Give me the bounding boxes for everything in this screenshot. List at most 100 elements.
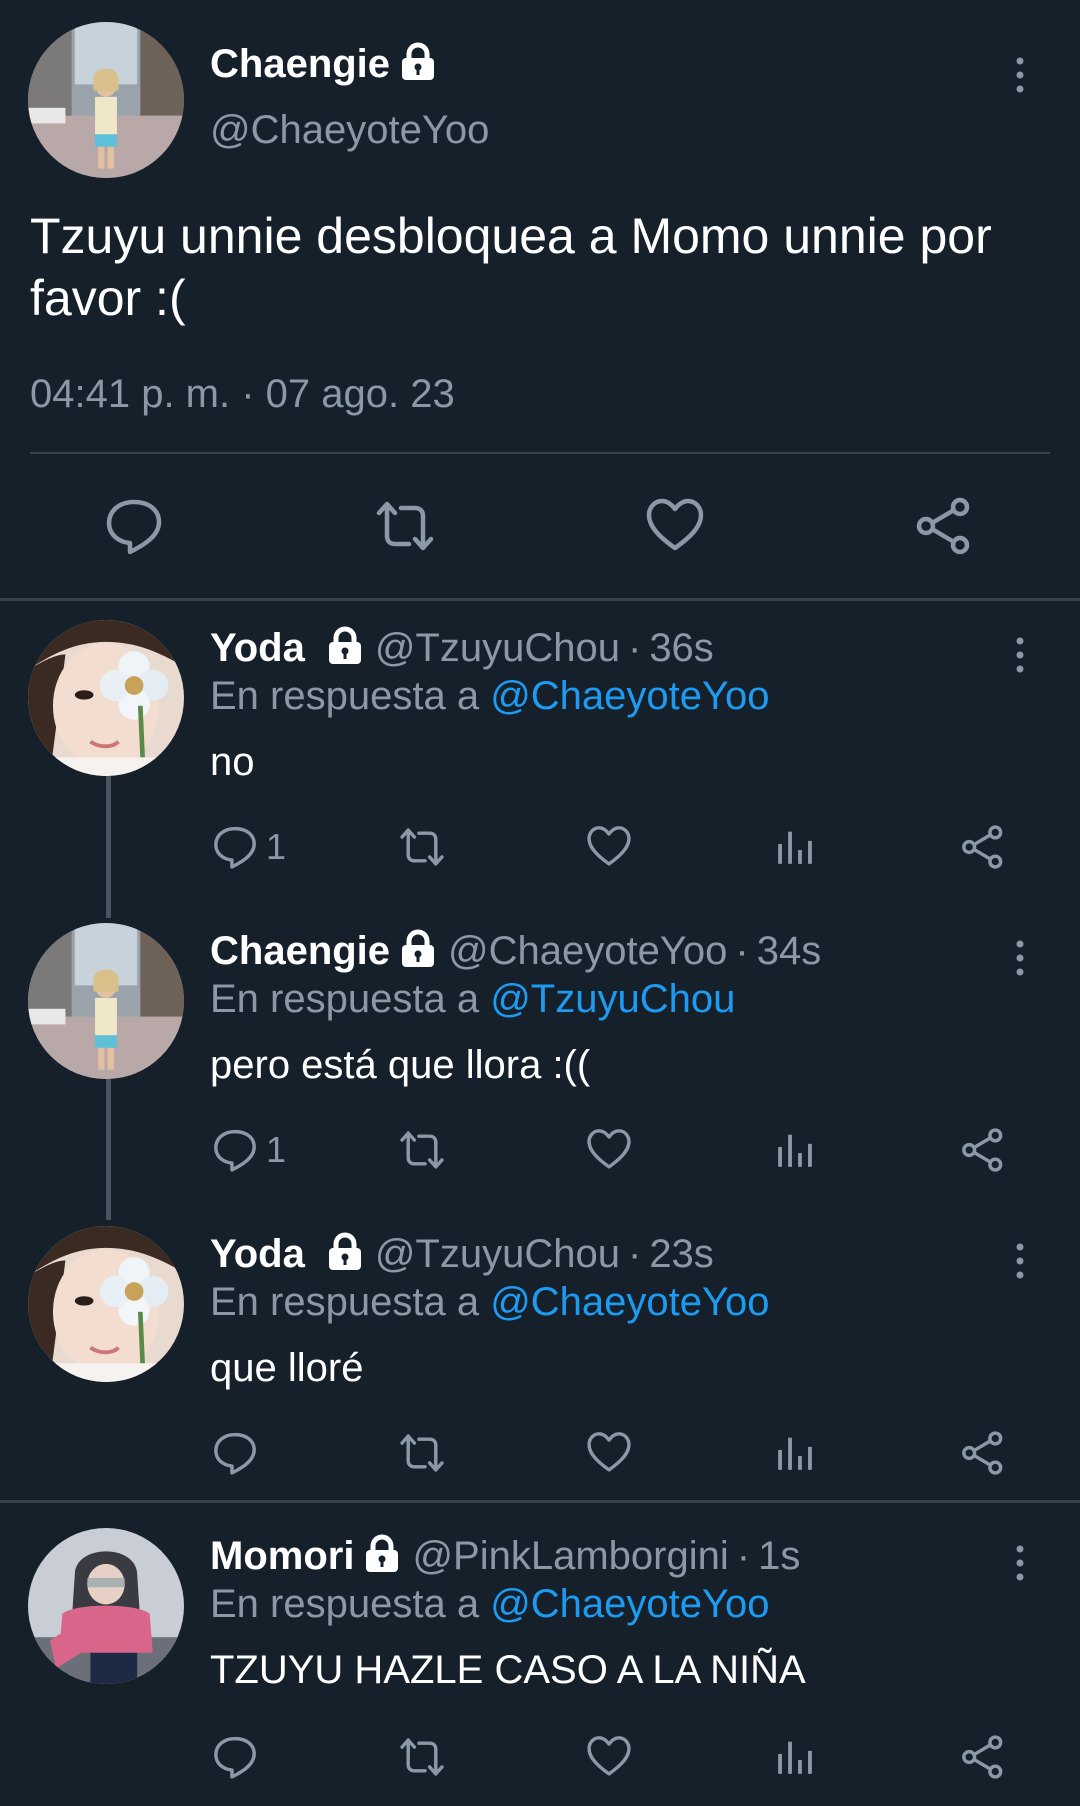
separator: · — [627, 1232, 642, 1276]
reply-context: En respuesta a @TzuyuChou — [210, 977, 735, 1022]
reply-text: no — [210, 740, 255, 784]
share-icon — [960, 1734, 1006, 1780]
views-button[interactable] — [772, 1127, 818, 1173]
reply-tweet[interactable]: Yoda @TzuyuChou · 23s En respuesta a @Ch… — [0, 1216, 1080, 1501]
like-button[interactable] — [586, 1734, 632, 1780]
tweet-text: Tzuyu unnie desbloquea a Momo unnie por … — [30, 208, 992, 326]
reply-button[interactable] — [104, 496, 164, 556]
author-handle[interactable]: @TzuyuChou — [375, 626, 620, 671]
reply-icon — [212, 1430, 258, 1476]
reply-icon — [212, 824, 258, 870]
views-button[interactable] — [772, 1430, 818, 1476]
retweet-button[interactable] — [372, 496, 438, 556]
like-button[interactable] — [645, 496, 705, 556]
share-button[interactable] — [914, 496, 974, 556]
divider — [30, 452, 1050, 454]
section-divider — [0, 1500, 1080, 1503]
reply-icon — [212, 1734, 258, 1780]
retweet-icon — [396, 824, 448, 870]
like-button[interactable] — [586, 824, 632, 870]
avatar-image — [28, 923, 184, 1079]
author-display-name[interactable]: Yoda — [210, 626, 305, 671]
avatar[interactable] — [28, 620, 184, 776]
views-button[interactable] — [772, 1734, 818, 1780]
more-options-button[interactable] — [1000, 1236, 1040, 1286]
reply-tweet[interactable]: Momori @PinkLamborgini · 1s En respuesta… — [0, 1518, 1080, 1806]
author-handle[interactable]: @PinkLamborgini — [412, 1534, 728, 1579]
more-options-button[interactable] — [1000, 1538, 1040, 1588]
author-display-name[interactable]: Momori — [210, 1534, 354, 1579]
retweet-button[interactable] — [396, 824, 448, 870]
like-icon — [586, 1734, 632, 1780]
views-icon — [772, 1430, 818, 1476]
retweet-button[interactable] — [396, 1734, 448, 1780]
author-handle-row: @ChaeyoteYoo — [210, 108, 489, 153]
reply-tweet[interactable]: Yoda @TzuyuChou · 36s En respuesta a @Ch… — [0, 610, 1080, 900]
reply-header: Chaengie @ChaeyoteYoo · 34s — [210, 929, 821, 974]
author-display-name[interactable]: Chaengie — [210, 929, 390, 974]
relative-time[interactable]: 34s — [757, 929, 822, 974]
retweet-icon — [396, 1734, 448, 1780]
reply-prefix: En respuesta a — [210, 977, 480, 1021]
avatar-image — [28, 620, 184, 776]
author-name-row: Chaengie — [210, 42, 448, 87]
like-icon — [586, 1127, 632, 1173]
reply-context: En respuesta a @ChaeyoteYoo — [210, 674, 770, 719]
lock-icon — [398, 42, 438, 87]
section-divider — [0, 598, 1080, 601]
share-button[interactable] — [960, 1430, 1006, 1476]
avatar[interactable] — [28, 923, 184, 1079]
relative-time[interactable]: 1s — [758, 1534, 800, 1579]
retweet-icon — [396, 1127, 448, 1173]
avatar[interactable] — [28, 1226, 184, 1382]
more-icon — [1013, 634, 1027, 676]
share-button[interactable] — [960, 1127, 1006, 1173]
reply-button[interactable] — [212, 1734, 266, 1780]
reply-mention-link[interactable]: @ChaeyoteYoo — [490, 1582, 769, 1626]
more-options-button[interactable] — [1000, 933, 1040, 983]
views-button[interactable] — [772, 824, 818, 870]
tweet-thread-page: Chaengie @ChaeyoteYoo Tzuyu unnie desblo… — [0, 0, 1080, 1806]
reply-text: TZUYU HAZLE CASO A LA NIÑA — [210, 1648, 806, 1692]
relative-time[interactable]: 36s — [649, 626, 714, 671]
author-display-name[interactable]: Chaengie — [210, 42, 390, 87]
reply-button[interactable]: 1 — [212, 1127, 286, 1173]
reply-count: 1 — [266, 826, 287, 867]
reply-tweet[interactable]: Chaengie @ChaeyoteYoo · 34s En respuesta… — [0, 913, 1080, 1203]
more-icon — [1013, 937, 1027, 979]
avatar-image — [28, 22, 184, 178]
retweet-icon — [372, 496, 438, 556]
share-button[interactable] — [960, 824, 1006, 870]
author-handle[interactable]: @ChaeyoteYoo — [448, 929, 727, 974]
more-options-button[interactable] — [1000, 50, 1040, 100]
like-button[interactable] — [586, 1430, 632, 1476]
reply-icon — [104, 496, 164, 556]
lock-icon — [362, 1534, 402, 1579]
author-handle[interactable]: @ChaeyoteYoo — [210, 108, 489, 153]
author-display-name[interactable]: Yoda — [210, 1232, 305, 1277]
reply-button[interactable] — [212, 1430, 266, 1476]
separator: · — [627, 626, 642, 670]
more-icon — [1013, 54, 1027, 96]
reply-mention-link[interactable]: @ChaeyoteYoo — [490, 1280, 769, 1324]
views-icon — [772, 1734, 818, 1780]
author-handle[interactable]: @TzuyuChou — [375, 1232, 620, 1277]
reply-context: En respuesta a @ChaeyoteYoo — [210, 1280, 770, 1325]
retweet-button[interactable] — [396, 1430, 448, 1476]
share-button[interactable] — [960, 1734, 1006, 1780]
more-options-button[interactable] — [1000, 630, 1040, 680]
reply-mention-link[interactable]: @TzuyuChou — [490, 977, 735, 1021]
like-icon — [645, 496, 705, 556]
like-button[interactable] — [586, 1127, 632, 1173]
reply-mention-link[interactable]: @ChaeyoteYoo — [490, 674, 769, 718]
like-icon — [586, 824, 632, 870]
reply-button[interactable]: 1 — [212, 824, 286, 870]
tweet-timestamp[interactable]: 04:41 p. m. · 07 ago. 23 — [30, 372, 455, 417]
separator: · — [736, 1534, 751, 1578]
avatar[interactable] — [28, 1528, 184, 1684]
retweet-button[interactable] — [396, 1127, 448, 1173]
reply-context: En respuesta a @ChaeyoteYoo — [210, 1582, 770, 1627]
avatar[interactable] — [28, 22, 184, 178]
views-icon — [772, 1127, 818, 1173]
relative-time[interactable]: 23s — [649, 1232, 714, 1277]
